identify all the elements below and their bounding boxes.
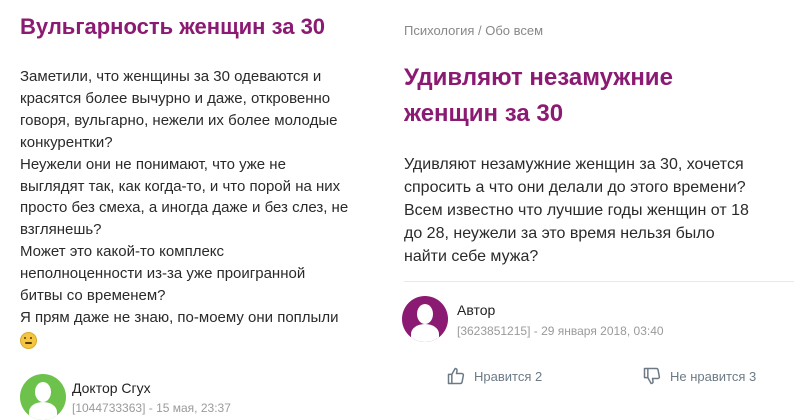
right-title-line: женщин за 30 [404,100,564,127]
left-author-name[interactable]: Доктор Сгух [72,380,151,396]
right-body-line: Всем известно что лучшие годы женщин от … [404,202,749,219]
right-post: Психология / Обо всем Удивляют незамужни… [398,0,800,420]
left-body-line: конкурентки? [20,133,113,151]
left-author-meta: [1044733363] - 15 мая, 23:37 [72,401,231,415]
left-post: Вульгарность женщин за 30 Заметили, что … [0,0,393,420]
breadcrumb[interactable]: Психология / Обо всем [404,23,543,38]
left-body-line: неполноценности из-за уже проигранной [20,265,306,283]
like-button[interactable]: Нравится 2 [446,366,542,386]
user-silhouette-icon [20,374,66,420]
left-body-line: Неужели они не понимают, что уже не [20,155,286,173]
dislike-button[interactable]: Не нравится 3 [642,366,756,386]
right-author-meta: [3623851215] - 29 января 2018, 03:40 [457,324,664,338]
right-body-line: найти себе мужа? [404,248,539,265]
left-author-avatar[interactable] [20,374,66,420]
left-body-line: просто без смеха, а иногда даже и без сл… [20,199,349,217]
left-body-line: Может это какой-то комплекс [20,243,225,261]
left-body-line: выглядят так, как когда-то, и что порой … [20,177,341,195]
left-body-line: красятся более вычурно и даже, откровенн… [20,89,331,107]
screenshot-collage: Вульгарность женщин за 30 Заметили, что … [0,0,800,420]
left-post-body: Заметили, что женщины за 30 одеваются и … [20,66,392,356]
right-body-line: Удивляют незамужние женщин за 30, хочетс… [404,156,744,173]
right-author-name[interactable]: Автор [457,302,495,318]
thumbs-up-icon [447,367,465,385]
left-body-line: Я прям даже не знаю, по-моему они поплыл… [20,308,339,326]
post-divider [404,281,794,282]
left-body-line: Заметили, что женщины за 30 одеваются и [20,68,322,85]
right-author-avatar[interactable] [402,296,448,342]
left-body-line: говоря, вульгарно, нежели их более молод… [20,111,338,129]
like-count-label: Нравится 2 [474,368,543,384]
right-title-line: Удивляют незамужние [404,64,673,91]
right-post-body: Удивляют незамужние женщин за 30, хочетс… [404,153,800,268]
left-post-title[interactable]: Вульгарность женщин за 30 [20,14,325,40]
right-body-line: спросить а что они делали до этого време… [404,179,746,196]
dislike-count-label: Не нравится 3 [670,368,757,384]
smiling-face-icon [20,331,37,349]
user-silhouette-icon [402,296,448,342]
right-body-line: до 28, неужели за это время нельзя было [404,225,715,242]
left-body-line: битвы со временем? [20,287,166,305]
left-body-line: взглянешь? [20,221,102,239]
right-post-title: Удивляют незамужние женщин за 30 [404,60,673,132]
thumbs-down-icon [643,367,661,385]
